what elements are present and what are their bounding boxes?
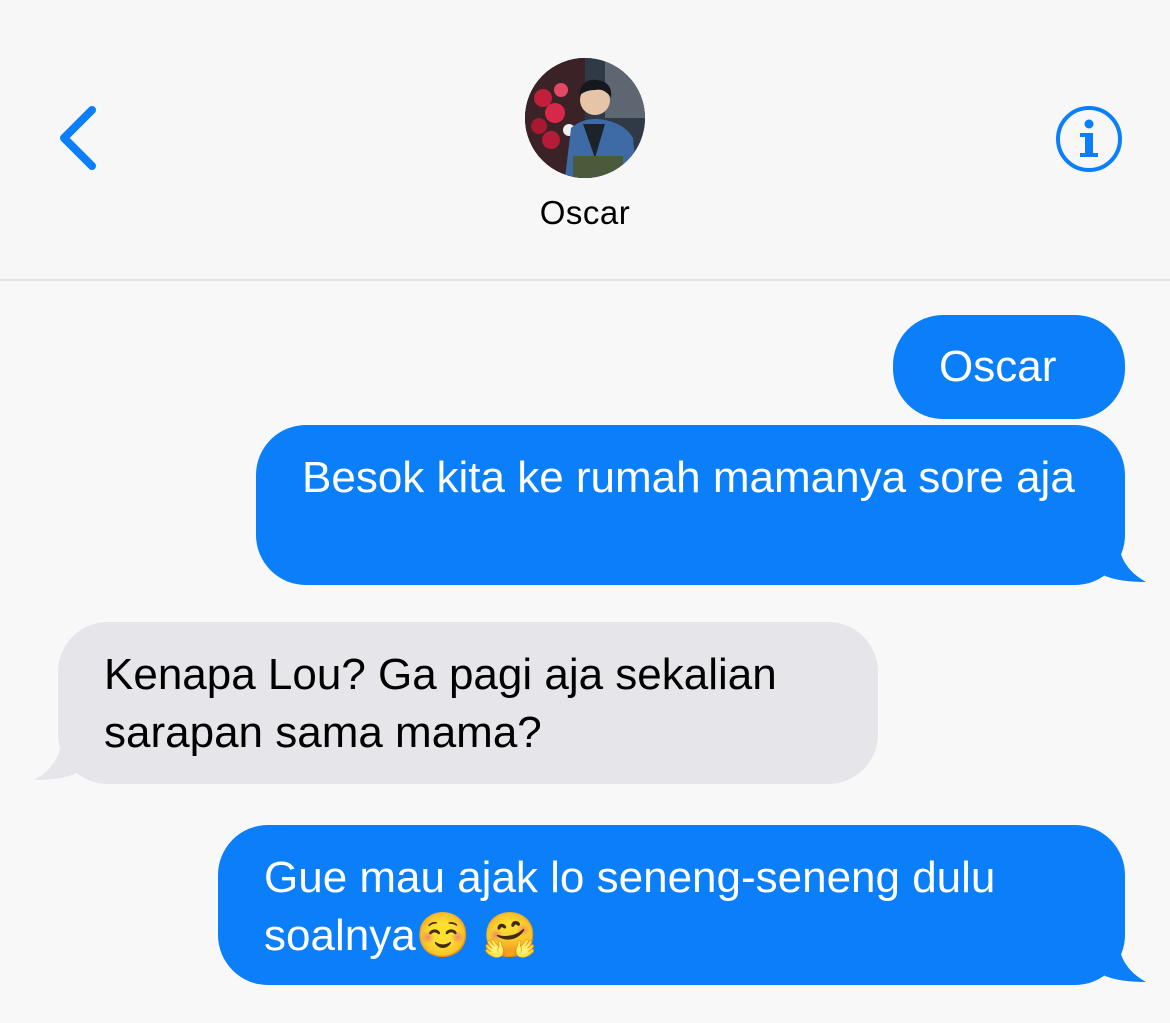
message-text: Gue mau ajak lo seneng-seneng dulu soaln… [264, 853, 996, 960]
info-button[interactable] [1054, 104, 1124, 174]
bubble-tail [34, 738, 90, 780]
avatar-photo [525, 58, 645, 178]
message-text: Oscar [939, 342, 1057, 391]
smiling-face-emoji: ☺️ [415, 911, 471, 960]
contact-name[interactable]: Oscar [435, 194, 735, 232]
chevron-left-icon [60, 106, 96, 170]
contact-avatar[interactable] [525, 58, 645, 178]
hugging-face-emoji: 🤗 [482, 911, 538, 960]
conversation-header: Oscar [0, 0, 1170, 281]
message-bubble-received[interactable]: Kenapa Lou? Ga pagi aja sekalian sarapan… [58, 622, 878, 784]
message-bubble-sent[interactable]: Oscar [893, 315, 1125, 419]
message-bubble-sent[interactable]: Gue mau ajak lo seneng-seneng dulu soaln… [218, 825, 1125, 985]
back-button[interactable] [52, 98, 112, 178]
message-text: Kenapa Lou? Ga pagi aja sekalian sarapan… [104, 650, 777, 757]
bubble-tail [1090, 540, 1146, 582]
message-text: Besok kita ke rumah mamanya sore aja [302, 453, 1075, 502]
info-icon [1056, 106, 1122, 172]
bubble-tail [1090, 940, 1146, 982]
message-bubble-sent[interactable]: Besok kita ke rumah mamanya sore aja [256, 425, 1125, 585]
